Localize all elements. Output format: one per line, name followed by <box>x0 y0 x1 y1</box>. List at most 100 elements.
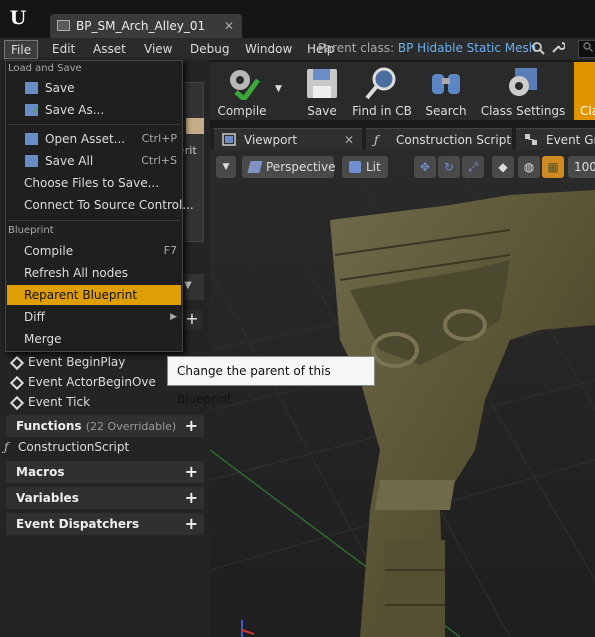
add-macro-button[interactable]: + <box>185 461 198 483</box>
surface-snap-icon[interactable]: ◆ <box>492 156 514 178</box>
lit-icon <box>349 161 361 173</box>
save-label: Save <box>307 104 337 118</box>
variables-label: Variables <box>16 491 79 505</box>
add-function-button[interactable]: + <box>185 415 198 437</box>
perspective-label: Perspective <box>266 160 336 174</box>
menu-item-save-all[interactable]: Save All Ctrl+S <box>7 151 181 171</box>
menu-item-diff[interactable]: Diff ▶ <box>7 307 181 327</box>
event-label: Event Tick <box>28 395 91 409</box>
document-tab-label: BP_SM_Arch_Alley_01 <box>76 19 206 33</box>
search-label: Search <box>425 104 467 118</box>
load-save-section: Load and Save <box>8 63 82 74</box>
tooltip: Change the parent of this Blueprint <box>167 356 375 406</box>
event-label: Event ActorBeginOve <box>28 375 156 389</box>
list-item[interactable]: Event ActorBeginOve <box>9 375 156 391</box>
wrench-icon[interactable] <box>551 40 566 54</box>
list-item[interactable]: Event BeginPlay <box>9 355 126 371</box>
scale-icon[interactable]: ⤢ <box>462 156 484 178</box>
construction-script-item[interactable]: ƒ ConstructionScript <box>4 440 129 454</box>
file-menu: Load and Save Save ✓ Save As... Open Ass… <box>5 60 194 352</box>
menu-item-save[interactable]: Save <box>7 78 181 98</box>
open-asset-icon <box>25 133 38 145</box>
close-tab-icon[interactable]: ✕ <box>344 129 354 151</box>
diff-item-label: Diff <box>24 310 45 324</box>
viewport-scene <box>210 150 595 637</box>
menu-debug[interactable]: Debug <box>184 40 235 59</box>
event-dispatchers-section[interactable]: Event Dispatchers + <box>6 513 204 535</box>
class-defaults-button[interactable]: Cla <box>574 62 595 120</box>
component-highlight <box>186 118 204 134</box>
lit-button[interactable]: Lit <box>342 156 388 178</box>
menu-item-choose-files[interactable]: Choose Files to Save... <box>7 173 181 193</box>
close-tab-icon[interactable]: ✕ <box>224 14 234 38</box>
save-button[interactable]: Save <box>300 62 344 120</box>
find-in-cb-label: Find in CB <box>352 104 412 118</box>
viewport-toolbar: ▼ Perspective Lit ✥ ↻ ⤢ ◆ ◍ ▦ 100 <box>216 156 595 180</box>
viewport-options-dropdown[interactable]: ▼ <box>216 156 236 178</box>
open-asset-item-label: Open Asset... <box>45 132 126 146</box>
tab-event-graph-label: Event Gra <box>546 133 595 147</box>
macros-label: Macros <box>16 465 65 479</box>
perspective-button[interactable]: Perspective <box>242 156 336 178</box>
editor-tab-row: Viewport ✕ ƒ Construction Script Event G… <box>210 128 595 150</box>
browse-magnifier-icon[interactable] <box>531 41 545 55</box>
translate-icon[interactable]: ✥ <box>414 156 436 178</box>
compile-shortcut: F7 <box>163 244 177 257</box>
perspective-icon <box>247 161 263 173</box>
menu-item-connect-source[interactable]: Connect To Source Control... <box>7 195 194 215</box>
unreal-logo-icon[interactable]: U <box>6 6 30 30</box>
tab-event-graph[interactable]: Event Gra <box>516 128 595 150</box>
event-dispatchers-label: Event Dispatchers <box>16 517 140 531</box>
functions-section[interactable]: Functions (22 Overridable) + <box>6 415 204 437</box>
grid-snap-icon[interactable]: ▦ <box>542 156 564 178</box>
world-local-icon[interactable]: ◍ <box>518 156 540 178</box>
find-in-cb-button[interactable]: Find in CB <box>350 62 414 120</box>
grid-size-value[interactable]: 100 <box>568 156 595 178</box>
blueprint-section: Blueprint <box>8 225 54 236</box>
event-graph-icon <box>525 134 537 145</box>
add-graph-button[interactable]: + <box>182 310 202 330</box>
chevron-down-icon[interactable]: ▼ <box>184 280 192 291</box>
menu-separator <box>8 124 180 125</box>
search-input[interactable] <box>578 40 595 58</box>
menu-item-reparent[interactable]: Reparent Blueprint <box>7 285 181 305</box>
viewport[interactable] <box>210 150 595 637</box>
document-tab[interactable]: BP_SM_Arch_Alley_01 ✕ <box>50 14 242 38</box>
menu-view[interactable]: View <box>138 40 178 59</box>
list-item[interactable]: Event Tick <box>9 395 91 411</box>
variables-section[interactable]: Variables + <box>6 487 204 509</box>
tab-viewport-label: Viewport <box>244 133 298 147</box>
toolbar: Compile ▼ Save Find in CB Search Class S… <box>210 62 595 120</box>
menu-item-open-asset[interactable]: Open Asset... Ctrl+P <box>7 129 181 149</box>
class-defaults-label: Cla <box>580 104 595 118</box>
event-label: Event BeginPlay <box>28 355 126 369</box>
menu-window[interactable]: Window <box>239 40 298 59</box>
add-variable-button[interactable]: + <box>185 487 198 509</box>
submenu-arrow-icon: ▶ <box>170 312 177 322</box>
functions-count: (22 Overridable) <box>85 420 177 433</box>
parent-class-label: Parent class: <box>318 41 395 55</box>
functions-label: Functions <box>16 419 82 433</box>
menu-item-refresh-nodes[interactable]: Refresh All nodes <box>7 263 181 283</box>
menu-item-compile[interactable]: Compile F7 <box>7 241 181 261</box>
save-all-shortcut: Ctrl+S <box>141 154 177 167</box>
parent-class-value[interactable]: BP Hidable Static Mesh <box>398 41 536 55</box>
menu-item-merge[interactable]: Merge <box>7 329 181 349</box>
menu-edit[interactable]: Edit <box>46 40 81 59</box>
rotate-icon[interactable]: ↻ <box>438 156 460 178</box>
compile-button[interactable]: Compile <box>214 62 270 120</box>
search-button[interactable]: Search <box>422 62 470 120</box>
menu-file[interactable]: File <box>4 40 39 59</box>
class-settings-button[interactable]: Class Settings <box>478 62 568 120</box>
menu-item-save-as[interactable]: ✓ Save As... <box>7 100 181 120</box>
save-item-label: Save <box>45 81 75 95</box>
tab-construction-script[interactable]: ƒ Construction Script <box>366 128 512 150</box>
macros-section[interactable]: Macros + <box>6 461 204 483</box>
compile-gear-icon <box>230 70 260 100</box>
tab-viewport[interactable]: Viewport ✕ <box>214 128 362 150</box>
class-settings-gear-icon <box>509 68 537 96</box>
menu-asset[interactable]: Asset <box>87 40 132 59</box>
save-disk-icon <box>307 69 337 98</box>
add-dispatcher-button[interactable]: + <box>185 513 198 535</box>
compile-options-dropdown[interactable]: ▼ <box>270 62 288 120</box>
